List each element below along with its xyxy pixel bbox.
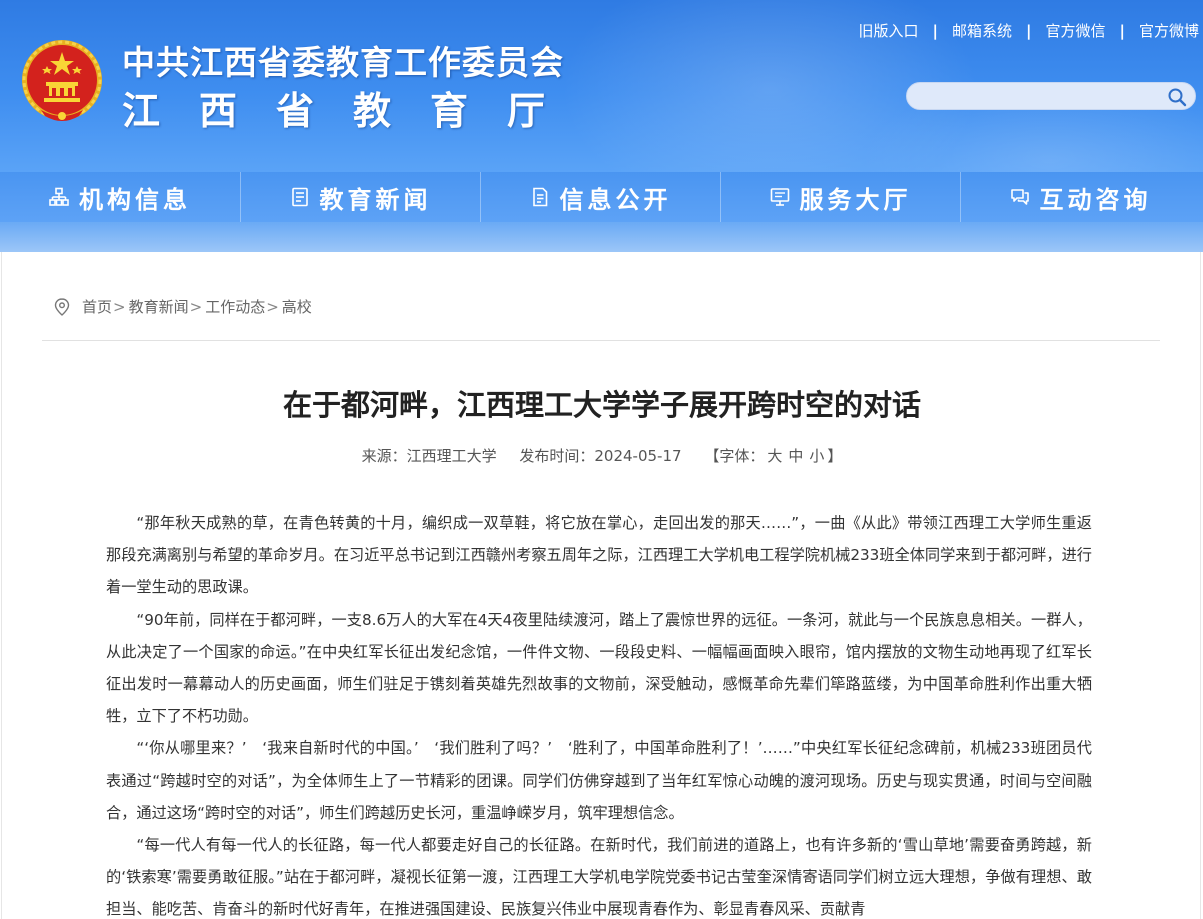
- article-date: 发布时间：2024-05-17: [519, 447, 682, 465]
- official-weibo-link[interactable]: 官方微博: [1139, 20, 1199, 41]
- font-size-medium[interactable]: 中: [788, 447, 803, 465]
- location-pin-icon: [54, 297, 70, 316]
- article-paragraph: “90年前，同样在于都河畔，一支8.6万人的大军在4天4夜里陆续渡河，踏上了震惊…: [106, 610, 1092, 726]
- site-title-department: 江西省教育厅: [122, 89, 585, 133]
- breadcrumb-divider: [42, 340, 1160, 341]
- legacy-entrance-link[interactable]: 旧版入口: [858, 20, 918, 41]
- search-icon[interactable]: [1167, 87, 1187, 107]
- nav-item-label: 教育新闻: [319, 185, 432, 214]
- monitor-icon: [770, 188, 789, 206]
- document-icon: [532, 187, 547, 207]
- nav-item-interactive-consult[interactable]: 互动咨询: [960, 172, 1200, 222]
- breadcrumb-home[interactable]: 首页: [82, 296, 112, 317]
- nav-item-label: 服务大厅: [799, 185, 912, 214]
- article-paragraph: “每一代人有每一代人的长征路，每一代人都要走好自己的长征路。在新时代，我们前进的…: [106, 836, 1092, 919]
- breadcrumb: 首页 > 教育新闻 > 工作动态 > 高校: [54, 296, 312, 317]
- nav-item-education-news[interactable]: 教育新闻: [240, 172, 480, 222]
- chat-icon: [1010, 189, 1029, 205]
- breadcrumb-separator: >: [113, 297, 126, 316]
- news-icon: [291, 187, 308, 207]
- nav-decoration-band: [0, 222, 1203, 252]
- link-separator: |: [932, 21, 938, 40]
- nav-item-organization[interactable]: 机构信息: [0, 172, 240, 222]
- font-size-large[interactable]: 大: [767, 447, 782, 465]
- nav-item-label: 信息公开: [559, 185, 672, 214]
- breadcrumb-universities[interactable]: 高校: [282, 296, 312, 317]
- breadcrumb-work-updates[interactable]: 工作动态: [205, 296, 265, 317]
- official-wechat-link[interactable]: 官方微信: [1045, 20, 1105, 41]
- top-links: 旧版入口 | 邮箱系统 | 官方微信 | 官方微博: [858, 20, 1199, 41]
- article-paragraph: “那年秋天成熟的草，在青色转黄的十月，编织成一双草鞋，将它放在掌心，走回出发的那…: [106, 514, 1092, 597]
- article-paragraph: “‘你从哪里来？’ ‘我来自新时代的中国。’ ‘我们胜利了吗？’ ‘胜利了，中国…: [106, 739, 1092, 822]
- link-separator: |: [1026, 21, 1032, 40]
- article-title: 在于都河畔，江西理工大学学子展开跨时空的对话: [282, 388, 921, 422]
- search-box: [906, 82, 1196, 110]
- font-size-switcher: 【字体：大中小】: [704, 447, 842, 465]
- nav-item-label: 互动咨询: [1039, 185, 1152, 214]
- article-meta: 来源：江西理工大学 发布时间：2024-05-17 【字体：大中小】: [2, 445, 1202, 466]
- breadcrumb-separator: >: [266, 297, 279, 316]
- site-header: 中共江西省委教育工作委员会 江西省教育厅 旧版入口 | 邮箱系统 | 官方微信 …: [0, 0, 1203, 172]
- article-container: 首页 > 教育新闻 > 工作动态 > 高校 在于都河畔，江西理工大学学子展开跨时…: [1, 252, 1201, 919]
- search-input[interactable]: [921, 86, 1161, 107]
- breadcrumb-separator: >: [189, 297, 203, 316]
- mail-system-link[interactable]: 邮箱系统: [952, 20, 1012, 41]
- font-size-prefix: 【字体：: [704, 447, 765, 465]
- font-size-small[interactable]: 小: [809, 447, 824, 465]
- font-size-suffix: 】: [827, 447, 843, 465]
- nav-item-service-hall[interactable]: 服务大厅: [720, 172, 960, 222]
- breadcrumb-education-news[interactable]: 教育新闻: [129, 296, 189, 317]
- org-chart-icon: [49, 187, 69, 206]
- site-title-cpc-committee: 中共江西省委教育工作委员会: [122, 43, 564, 82]
- link-separator: |: [1119, 21, 1125, 40]
- nav-item-label: 机构信息: [79, 185, 191, 214]
- article-body: “那年秋天成熟的草，在青色转黄的十月，编织成一双草鞋，将它放在掌心，走回出发的那…: [106, 507, 1092, 919]
- main-nav: 机构信息 教育新闻 信息公开 服务大厅 互动咨询: [0, 172, 1203, 222]
- nav-item-info-disclosure[interactable]: 信息公开: [480, 172, 720, 222]
- article-source: 来源：江西理工大学: [361, 447, 497, 465]
- national-emblem-icon: [22, 40, 102, 121]
